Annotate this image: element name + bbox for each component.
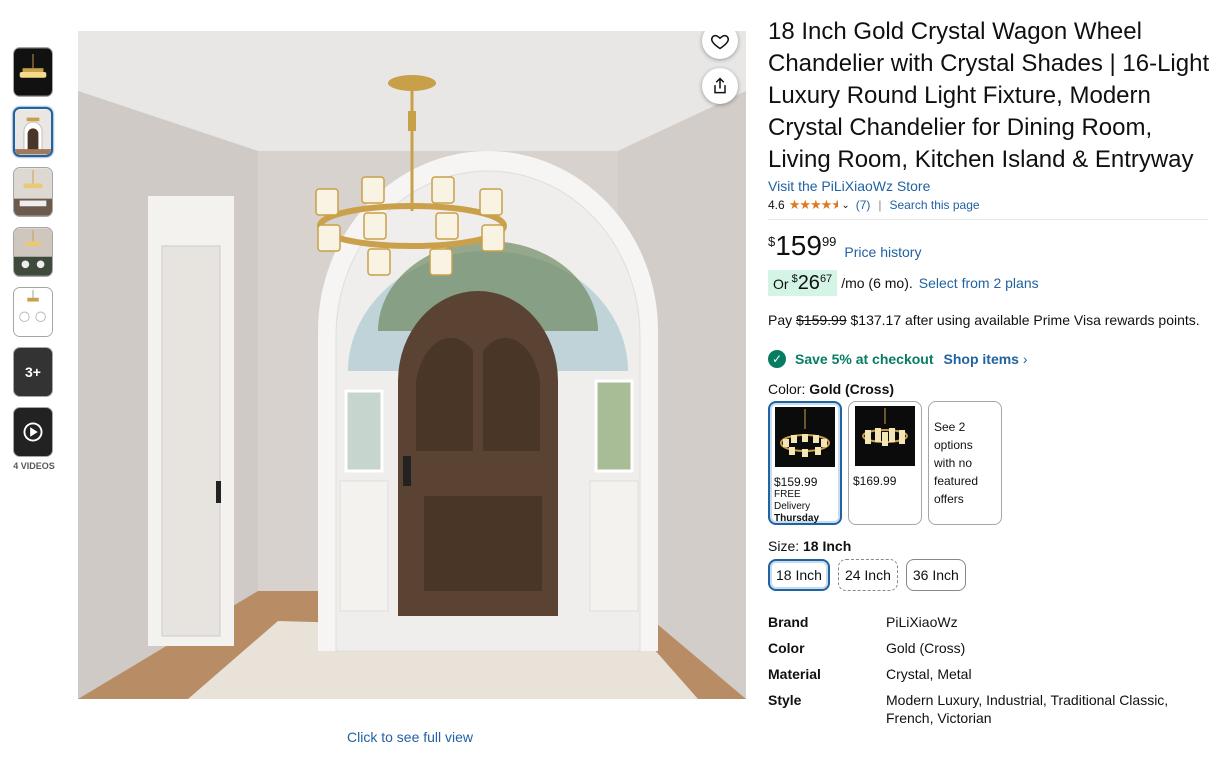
- color-swatch-2[interactable]: $169.99: [848, 401, 922, 525]
- color-swatch-gold-cross[interactable]: $159.99 FREE Delivery Thursday: [768, 401, 842, 525]
- product-title: 18 Inch Gold Crystal Wagon Wheel Chandel…: [768, 18, 1210, 173]
- chevron-down-icon[interactable]: ⌄: [841, 200, 849, 211]
- divider: [768, 219, 1208, 220]
- check-circle-icon: ✓: [768, 350, 786, 368]
- thumbnail-3[interactable]: [13, 167, 53, 217]
- save-coupon-row: ✓ Save 5% at checkout Shop items ›: [768, 350, 1218, 368]
- rating-value: 4.6: [768, 198, 785, 212]
- or-label: Or: [773, 276, 789, 292]
- product-specs: Brand PiLiXiaoWz Color Gold (Cross) Mate…: [768, 613, 1218, 727]
- star-rating-icon[interactable]: ★★★★★: [789, 197, 839, 213]
- monthly-fraction: 67: [819, 273, 833, 285]
- spec-value: Gold (Cross): [886, 640, 966, 656]
- monthly-price-badge: Or $ 26 67: [768, 270, 838, 296]
- full-view-link[interactable]: Click to see full view: [347, 729, 473, 745]
- share-button[interactable]: [702, 68, 738, 104]
- spec-key: Material: [768, 666, 821, 682]
- product-details: 18 Inch Gold Crystal Wagon Wheel Chandel…: [768, 16, 1218, 735]
- pay-rest: $137.17 after using available Prime Visa…: [850, 312, 1200, 328]
- size-option-24[interactable]: 24 Inch: [837, 559, 898, 591]
- spec-row: Material Crystal, Metal: [768, 665, 1218, 683]
- price-row: $ 159 99 Price history: [768, 230, 1218, 261]
- thumbnail-strip: 3+ 4 VIDEOS: [13, 47, 55, 471]
- color-label-line: Color: Gold (Cross): [768, 381, 1218, 397]
- more-images-label: 3+: [25, 364, 41, 380]
- price-fraction: 99: [821, 234, 837, 249]
- spec-key: Style: [768, 692, 802, 708]
- monthly-payment-row: Or $ 26 67 /mo (6 mo). Select from 2 pla…: [768, 270, 1218, 296]
- save-text: Save 5% at checkout: [795, 351, 934, 367]
- size-options: 18 Inch 24 Inch 36 Inch: [768, 559, 1218, 591]
- shop-items-link[interactable]: Shop items ›: [944, 351, 1028, 367]
- size-label-line: Size: 18 Inch: [768, 538, 1218, 554]
- spec-value: Modern Luxury, Industrial, Traditional C…: [886, 692, 1169, 726]
- chevron-right-icon: ›: [1022, 351, 1028, 367]
- spec-value: Crystal, Metal: [886, 666, 972, 682]
- price-history-link[interactable]: Price history: [844, 244, 921, 260]
- swatch-image: [855, 406, 915, 466]
- spec-row: Color Gold (Cross): [768, 639, 1218, 657]
- select-plans-link[interactable]: Select from 2 plans: [919, 275, 1039, 291]
- color-value: Gold (Cross): [809, 381, 895, 397]
- old-price: $159.99: [796, 312, 847, 328]
- swatch-price: $159.99: [774, 475, 818, 489]
- main-product-image[interactable]: [78, 31, 746, 699]
- color-label: Color:: [768, 381, 806, 397]
- size-option-18[interactable]: 18 Inch: [768, 559, 830, 591]
- thumbnail-2[interactable]: [13, 107, 53, 157]
- thumbnail-1[interactable]: [13, 47, 53, 97]
- thumbnail-5[interactable]: [13, 287, 53, 337]
- rating-row: 4.6 ★★★★★ ⌄ (7) | Search this page: [768, 197, 1218, 213]
- swatch-price: $169.99: [853, 474, 897, 488]
- monthly-whole: 26: [797, 272, 820, 294]
- spec-row: Brand PiLiXiaoWz: [768, 613, 1218, 631]
- prime-visa-pay-line: Pay $159.99 $137.17 after using availabl…: [768, 312, 1218, 328]
- spec-key: Color: [768, 640, 805, 656]
- swatch-delivery-day: Thursday: [774, 513, 820, 524]
- more-images-thumbnail[interactable]: 3+: [13, 347, 53, 397]
- share-icon: [714, 77, 726, 94]
- separator: |: [878, 198, 882, 212]
- spec-key: Brand: [768, 614, 809, 630]
- swatch-delivery: FREE Delivery: [774, 489, 811, 512]
- price-symbol: $: [768, 234, 776, 249]
- rating-count-link[interactable]: (7): [856, 198, 871, 212]
- size-option-36[interactable]: 36 Inch: [905, 559, 966, 591]
- price-whole: 159: [775, 230, 822, 261]
- swatch-image: [775, 407, 835, 467]
- videos-count-label: 4 VIDEOS: [13, 461, 55, 471]
- size-label: Size:: [768, 538, 800, 554]
- color-swatch-3[interactable]: See 2 options with no featured offers: [928, 401, 1002, 525]
- pay-prefix: Pay: [768, 312, 793, 328]
- color-swatches: $159.99 FREE Delivery Thursday $169.99 S…: [768, 401, 1218, 525]
- store-link[interactable]: Visit the PiLiXiaoWz Store: [768, 178, 1218, 194]
- video-thumbnail[interactable]: [13, 407, 53, 457]
- search-page-link[interactable]: Search this page: [890, 198, 980, 212]
- play-icon: [14, 408, 52, 456]
- spec-row: Style Modern Luxury, Industrial, Traditi…: [768, 691, 1218, 727]
- shop-items-label: Shop items: [943, 351, 1019, 367]
- thumbnail-4[interactable]: [13, 227, 53, 277]
- swatch-note: See 2 options with no featured offers: [934, 420, 979, 506]
- monthly-period: /mo (6 mo).: [841, 275, 913, 291]
- spec-value: PiLiXiaoWz: [886, 614, 958, 630]
- heart-icon: [711, 34, 729, 50]
- size-value: 18 Inch: [803, 538, 852, 554]
